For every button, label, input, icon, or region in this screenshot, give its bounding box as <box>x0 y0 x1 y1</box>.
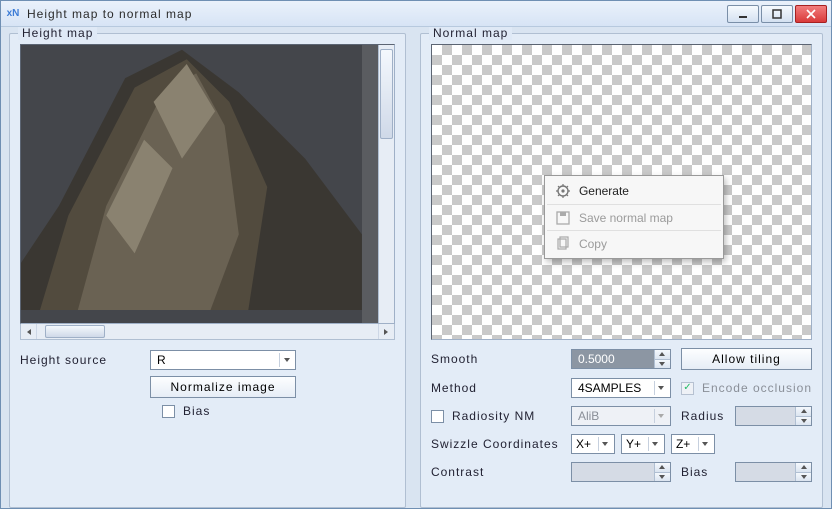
smooth-label: Smooth <box>431 352 561 366</box>
encode-occlusion-checkbox[interactable] <box>681 382 694 395</box>
swizzle-z-value: Z+ <box>676 437 698 451</box>
vertical-scrollbar[interactable] <box>378 45 394 323</box>
radiosity-preset-select[interactable]: AliB <box>571 406 671 426</box>
spinner-down-icon[interactable] <box>796 417 811 426</box>
minimize-button[interactable] <box>727 5 759 23</box>
context-menu: Generate Save normal map C <box>544 175 724 259</box>
close-button[interactable] <box>795 5 827 23</box>
gear-icon <box>555 183 571 199</box>
chevron-down-icon <box>698 437 712 451</box>
encode-occlusion-label: Encode occlusion <box>702 381 812 395</box>
horizontal-scrollbar[interactable] <box>20 324 395 340</box>
bias-label: Bias <box>183 404 210 418</box>
height-source-select[interactable]: R <box>150 350 296 370</box>
rock-image <box>21 45 362 310</box>
normal-map-panel: Normal map Generate <box>420 33 823 508</box>
height-map-title: Height map <box>18 27 97 40</box>
bias2-value <box>736 463 795 481</box>
radiosity-preset-value: AliB <box>578 409 654 423</box>
chevron-down-icon <box>279 353 293 367</box>
titlebar[interactable]: xN Height map to normal map <box>1 1 831 27</box>
spinner-up-icon[interactable] <box>796 463 811 473</box>
app-window: xN Height map to normal map Height map <box>0 0 832 509</box>
spinner-up-icon[interactable] <box>655 350 670 360</box>
scroll-left-icon[interactable] <box>21 324 37 339</box>
menu-save-label: Save normal map <box>579 211 673 225</box>
allow-tiling-button[interactable]: Allow tiling <box>681 348 812 370</box>
height-source-value: R <box>157 353 279 367</box>
smooth-spinner[interactable]: 0.5000 <box>571 349 671 369</box>
radius-label: Radius <box>681 409 727 423</box>
bias-checkbox[interactable] <box>162 405 175 418</box>
spinner-down-icon[interactable] <box>796 473 811 482</box>
height-map-panel: Height map <box>9 33 406 508</box>
chevron-down-icon <box>654 381 668 395</box>
method-value: 4SAMPLES <box>578 381 654 395</box>
radius-value <box>736 407 795 425</box>
chevron-down-icon <box>654 409 668 423</box>
normal-map-preview[interactable]: Generate Save normal map C <box>431 44 812 340</box>
app-icon: xN <box>5 6 21 22</box>
spinner-down-icon[interactable] <box>655 360 670 369</box>
swizzle-y-select[interactable]: Y+ <box>621 434 665 454</box>
menu-generate-label: Generate <box>579 184 629 198</box>
bias2-spinner[interactable] <box>735 462 812 482</box>
save-icon <box>555 210 571 226</box>
height-map-preview-wrap <box>20 44 395 340</box>
spinner-up-icon[interactable] <box>796 407 811 417</box>
contrast-label: Contrast <box>431 465 561 479</box>
chevron-down-icon <box>598 437 612 451</box>
copy-icon <box>555 236 571 252</box>
swizzle-x-value: X+ <box>576 437 598 451</box>
bias2-label: Bias <box>681 465 727 479</box>
radius-spinner[interactable] <box>735 406 812 426</box>
swizzle-x-select[interactable]: X+ <box>571 434 615 454</box>
normalize-image-button[interactable]: Normalize image <box>150 376 296 398</box>
method-label: Method <box>431 381 561 395</box>
height-map-preview[interactable] <box>20 44 395 324</box>
swizzle-y-value: Y+ <box>626 437 648 451</box>
chevron-down-icon <box>648 437 662 451</box>
height-source-label: Height source <box>20 353 142 367</box>
window-title: Height map to normal map <box>27 7 727 21</box>
spinner-up-icon[interactable] <box>655 463 670 473</box>
radiosity-label: Radiosity NM <box>452 409 535 423</box>
spinner-down-icon[interactable] <box>655 473 670 482</box>
contrast-spinner[interactable] <box>571 462 671 482</box>
maximize-button[interactable] <box>761 5 793 23</box>
menu-save-normal-map[interactable]: Save normal map <box>547 204 721 230</box>
content-area: Height map <box>1 27 831 508</box>
swizzle-z-select[interactable]: Z+ <box>671 434 715 454</box>
swizzle-label: Swizzle Coordinates <box>431 437 561 451</box>
scroll-right-icon[interactable] <box>378 324 394 339</box>
normal-map-title: Normal map <box>429 27 512 40</box>
radiosity-checkbox[interactable] <box>431 410 444 423</box>
menu-copy[interactable]: Copy <box>547 230 721 256</box>
menu-copy-label: Copy <box>579 237 607 251</box>
contrast-value <box>572 463 654 481</box>
menu-generate[interactable]: Generate <box>547 178 721 204</box>
smooth-value: 0.5000 <box>572 350 654 368</box>
method-select[interactable]: 4SAMPLES <box>571 378 671 398</box>
